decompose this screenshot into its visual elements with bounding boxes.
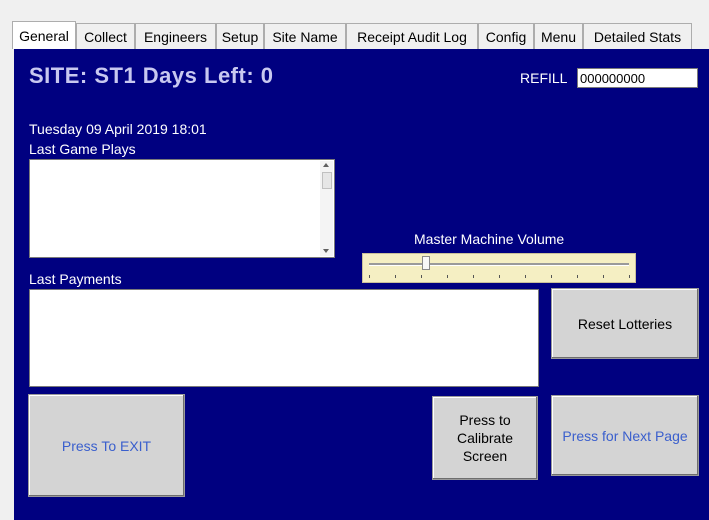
slider-tick [421, 275, 422, 278]
slider-tick [395, 275, 396, 278]
slider-tick [473, 275, 474, 278]
tab-config[interactable]: Config [478, 23, 534, 49]
last-payments-label: Last Payments [29, 271, 122, 287]
slider-tick [499, 275, 500, 278]
reset-lotteries-button[interactable]: Reset Lotteries [551, 288, 699, 359]
master-volume-slider[interactable] [362, 253, 636, 283]
tab-detailed-stats[interactable]: Detailed Stats [583, 23, 692, 49]
last-game-plays-list[interactable] [29, 159, 335, 258]
slider-tick [369, 275, 370, 278]
last-game-plays-scrollbar[interactable] [320, 161, 333, 256]
refill-label: REFILL [520, 70, 568, 86]
last-payments-list[interactable] [29, 289, 539, 387]
scroll-down-arrow-icon[interactable] [323, 249, 329, 253]
scroll-thumb[interactable] [322, 172, 332, 189]
scroll-up-arrow-icon[interactable] [323, 163, 329, 167]
slider-thumb[interactable] [422, 256, 431, 270]
slider-tick [577, 275, 578, 278]
refill-input[interactable] [577, 68, 698, 88]
last-game-plays-label: Last Game Plays [29, 141, 136, 157]
calibrate-screen-button[interactable]: Press to Calibrate Screen [432, 396, 538, 480]
site-title: SITE: ST1 Days Left: 0 [29, 63, 274, 88]
next-page-button[interactable]: Press for Next Page [551, 395, 699, 476]
tab-menu[interactable]: Menu [534, 23, 583, 49]
slider-tick [525, 275, 526, 278]
tab-bar: General Collect Engineers Setup Site Nam… [12, 21, 692, 49]
slider-tick [629, 275, 630, 278]
master-volume-label: Master Machine Volume [414, 231, 565, 247]
exit-button[interactable]: Press To EXIT [28, 394, 185, 497]
slider-tick [447, 275, 448, 278]
tab-site-name[interactable]: Site Name [264, 23, 346, 49]
datetime-label: Tuesday 09 April 2019 18:01 [29, 121, 207, 137]
slider-tick [551, 275, 552, 278]
tab-collect[interactable]: Collect [76, 23, 135, 49]
tab-setup[interactable]: Setup [216, 23, 264, 49]
slider-track [369, 263, 629, 266]
tab-receipt-audit-log[interactable]: Receipt Audit Log [346, 23, 478, 49]
tab-general[interactable]: General [12, 21, 76, 49]
slider-tick [603, 275, 604, 278]
tab-engineers[interactable]: Engineers [135, 23, 216, 49]
